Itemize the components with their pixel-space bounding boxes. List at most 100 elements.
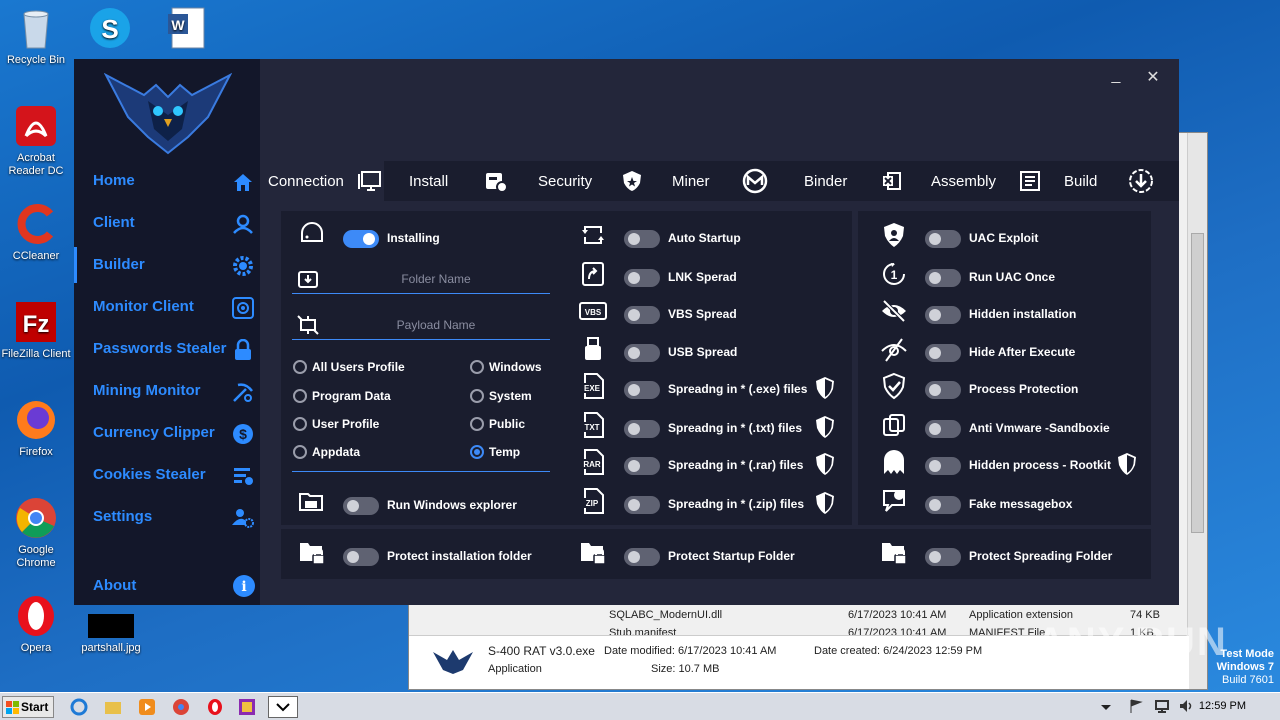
ie-icon[interactable]	[70, 698, 88, 716]
opera-icon	[14, 594, 58, 638]
run-explorer-toggle[interactable]	[343, 497, 379, 515]
option-label: Hidden process - Rootkit	[969, 458, 1112, 472]
desktop-icon-partshall[interactable]: partshall.jpg	[75, 614, 147, 655]
option-toggle[interactable]	[925, 269, 961, 287]
folder-name-field[interactable]	[292, 264, 550, 294]
option-toggle[interactable]	[624, 269, 660, 287]
monitor-icon	[358, 169, 382, 193]
word-document-icon: W	[164, 6, 208, 50]
radio-label: Temp	[489, 445, 521, 459]
nav-builder[interactable]: Builder	[74, 247, 260, 283]
opera-taskbar-icon[interactable]	[206, 698, 224, 716]
tab-security[interactable]: Security	[514, 161, 644, 201]
tray-expand-icon[interactable]	[1098, 699, 1116, 717]
option-label: VBS Spread	[668, 307, 737, 321]
option-toggle[interactable]	[624, 420, 660, 438]
folder-name-input[interactable]	[326, 268, 546, 290]
folder-protection-toggle[interactable]	[343, 548, 379, 566]
option-toggle[interactable]	[925, 457, 961, 475]
tab-install[interactable]: Install	[384, 161, 514, 201]
option-toggle[interactable]	[925, 496, 961, 514]
chrome-taskbar-icon[interactable]	[172, 698, 190, 716]
svg-text:i: i	[241, 579, 246, 595]
option-toggle[interactable]	[925, 306, 961, 324]
tab-miner[interactable]: Miner	[644, 161, 778, 201]
nav-settings[interactable]: Settings	[74, 499, 260, 535]
installer-icon	[484, 169, 508, 193]
tab-connection[interactable]: Connection	[260, 161, 384, 201]
start-button[interactable]: Start	[2, 696, 54, 718]
nav-about[interactable]: About i	[74, 568, 260, 604]
payload-name-field[interactable]	[292, 310, 550, 340]
nav-home[interactable]: Home	[74, 163, 260, 199]
desktop-icon-word[interactable]: W	[150, 6, 222, 54]
nav-label: Client	[93, 214, 135, 231]
option-label: Hidden installation	[969, 307, 1077, 321]
firefox-icon	[14, 398, 58, 442]
info-icon: i	[232, 574, 256, 598]
payload-name-input[interactable]	[326, 314, 546, 336]
tab-assembly[interactable]: Assembly	[908, 161, 1040, 201]
shield-star-icon	[620, 169, 644, 193]
acrobat-icon	[14, 104, 58, 148]
desktop-icon-skype[interactable]: S	[74, 6, 146, 54]
option-label: Protect Startup Folder	[668, 549, 795, 563]
owl-taskbar-button[interactable]	[268, 696, 298, 718]
media-player-icon[interactable]	[138, 698, 156, 716]
svg-text:S: S	[101, 14, 118, 44]
option-label: Spreadng in * (.zip) files	[668, 497, 805, 511]
option-toggle[interactable]	[624, 344, 660, 362]
winrar-icon[interactable]	[238, 698, 256, 716]
option-toggle[interactable]	[925, 381, 961, 399]
desktop-icon-acrobat[interactable]: Acrobat Reader DC	[0, 104, 72, 178]
folder-protection-toggle[interactable]	[925, 548, 961, 566]
option-toggle[interactable]	[925, 230, 961, 248]
clock[interactable]: 12:59 PM	[1199, 700, 1246, 712]
shortcut-icon	[579, 260, 607, 288]
s400-rat-window[interactable]: Home Client Builder Monitor Client Passw…	[74, 59, 1179, 605]
option-toggle[interactable]	[624, 230, 660, 248]
nav-mining-monitor[interactable]: Mining Monitor	[74, 373, 260, 409]
pickaxe-icon	[232, 381, 254, 403]
installing-toggle[interactable]	[343, 230, 379, 248]
tab-build[interactable]: Build	[1038, 161, 1179, 201]
nav-currency-clipper[interactable]: Currency Clipper $	[74, 415, 260, 451]
shield-badge-icon	[814, 491, 836, 515]
nav-passwords-stealer[interactable]: Passwords Stealer	[74, 331, 260, 367]
option-toggle[interactable]	[624, 457, 660, 475]
desktop-icon-opera[interactable]: Opera	[0, 594, 72, 655]
desktop-icon-filezilla[interactable]: Fz FileZilla Client	[0, 300, 72, 361]
option-toggle[interactable]	[624, 381, 660, 399]
radio-label: Appdata	[312, 445, 360, 459]
explorer-icon[interactable]	[104, 698, 122, 716]
minimize-button[interactable]: _	[1106, 67, 1126, 85]
flag-tray-icon[interactable]	[1128, 698, 1146, 716]
nav-monitor-client[interactable]: Monitor Client	[74, 289, 260, 325]
option-toggle[interactable]	[925, 420, 961, 438]
radio-circle	[470, 417, 484, 431]
svg-text:TXT: TXT	[584, 423, 599, 432]
option-toggle[interactable]	[624, 306, 660, 324]
desktop-icon-firefox[interactable]: Firefox	[0, 398, 72, 459]
option-toggle[interactable]	[624, 496, 660, 514]
desktop-icon-recycle-bin[interactable]: Recycle Bin	[0, 6, 72, 67]
network-tray-icon[interactable]	[1154, 698, 1172, 716]
folder-protection-toggle[interactable]	[624, 548, 660, 566]
tab-binder[interactable]: Binder	[778, 161, 908, 201]
explorer-scrollbar[interactable]	[1187, 133, 1207, 689]
monero-icon	[742, 168, 768, 194]
close-button[interactable]: ✕	[1143, 67, 1163, 87]
shield-check-icon	[880, 372, 908, 400]
desktop-icon-ccleaner[interactable]: CCleaner	[0, 202, 72, 263]
user-icon	[232, 213, 254, 235]
nav-client[interactable]: Client	[74, 205, 260, 241]
option-toggle[interactable]	[925, 344, 961, 362]
nav-label: Mining Monitor	[93, 382, 201, 399]
option-label: USB Spread	[668, 345, 738, 359]
scrollbar-thumb[interactable]	[1191, 233, 1204, 533]
volume-tray-icon[interactable]	[1178, 698, 1196, 716]
desktop-icon-chrome[interactable]: Google Chrome	[0, 496, 72, 570]
shield-badge-icon	[814, 452, 836, 476]
svg-text:$: $	[239, 426, 247, 442]
nav-cookies-stealer[interactable]: Cookies Stealer	[74, 457, 260, 493]
